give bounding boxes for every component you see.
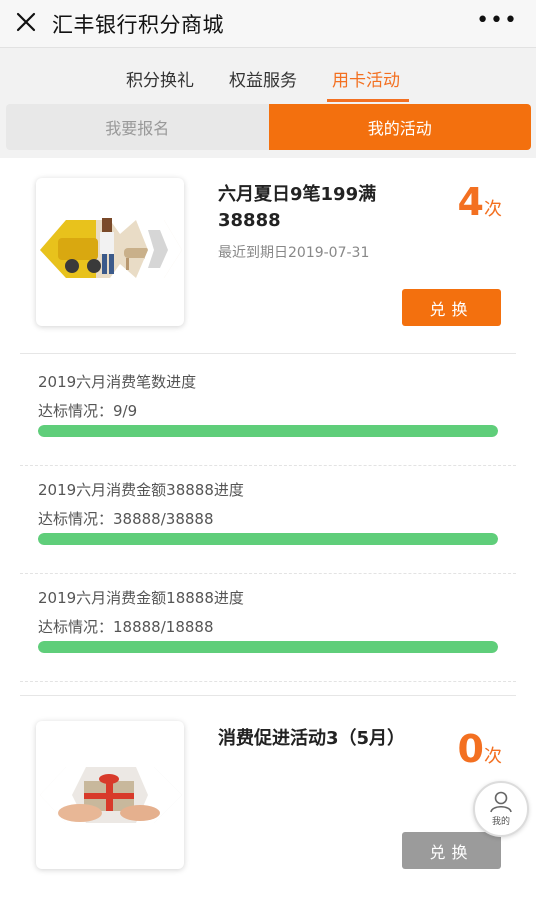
redeem-button-disabled[interactable]: 兑换 xyxy=(402,832,501,869)
user-icon xyxy=(490,791,512,813)
progress-bar xyxy=(38,641,498,653)
activity-image xyxy=(40,767,182,823)
progress-status: 达标情况：18888/18888 xyxy=(38,618,214,636)
my-profile-floating-button[interactable]: 我的 xyxy=(473,781,529,837)
redeem-count-number: 4 xyxy=(457,180,484,224)
close-icon[interactable] xyxy=(14,10,38,34)
redeem-count-number: 0 xyxy=(457,727,484,771)
active-tab-indicator xyxy=(327,99,409,102)
tab-points-redeem[interactable]: 积分换礼 xyxy=(126,66,194,91)
activity-title: 六月夏日9笔199满38888 xyxy=(218,184,377,231)
redeem-count-unit: 次 xyxy=(484,199,502,220)
top-bar: 汇丰银行积分商城 ••• xyxy=(0,0,536,48)
progress-divider xyxy=(20,465,516,466)
progress-label: 2019六月消费笔数进度 xyxy=(38,373,197,391)
segment-my-activities[interactable]: 我的活动 xyxy=(268,104,531,150)
progress-item: 2019六月消费笔数进度 达标情况：9/9 xyxy=(38,371,498,437)
card-divider xyxy=(20,353,516,354)
progress-label: 2019六月消费金额38888进度 xyxy=(38,481,244,499)
tab-benefit-services[interactable]: 权益服务 xyxy=(229,66,297,91)
activity-segment-control: 我要报名 我的活动 xyxy=(6,104,531,150)
card-divider xyxy=(20,695,516,696)
redeem-count: 0次 xyxy=(458,727,502,771)
more-options-icon[interactable]: ••• xyxy=(476,8,518,33)
progress-fill xyxy=(38,641,498,653)
activity-list: 六月夏日9笔199满38888 最近到期日2019-07-31 4次 兑换 20… xyxy=(0,158,536,918)
redeem-button[interactable]: 兑换 xyxy=(402,289,501,326)
activity-title: 消费促进活动3（5月） xyxy=(218,728,406,749)
category-tabs: 积分换礼 权益服务 用卡活动 xyxy=(0,48,536,104)
activity-card: 六月夏日9笔199满38888 最近到期日2019-07-31 4次 兑换 xyxy=(0,158,536,353)
progress-item: 2019六月消费金额38888进度 达标情况：38888/38888 xyxy=(38,479,498,545)
activity-thumbnail[interactable] xyxy=(36,721,184,869)
progress-divider xyxy=(20,681,516,682)
activity-image xyxy=(40,218,182,278)
floating-button-label: 我的 xyxy=(491,817,510,827)
activity-expiry-date: 最近到期日2019-07-31 xyxy=(218,245,370,261)
progress-bar xyxy=(38,533,498,545)
progress-status: 达标情况：38888/38888 xyxy=(38,510,214,528)
progress-bar xyxy=(38,425,498,437)
tab-card-activities[interactable]: 用卡活动 xyxy=(332,66,400,91)
segment-sign-up[interactable]: 我要报名 xyxy=(6,104,269,150)
redeem-count-unit: 次 xyxy=(484,746,502,767)
progress-item: 2019六月消费金额18888进度 达标情况：18888/18888 xyxy=(38,587,498,653)
progress-status: 达标情况：9/9 xyxy=(38,402,138,420)
progress-fill xyxy=(38,533,498,545)
redeem-count: 4次 xyxy=(458,180,502,224)
page-title: 汇丰银行积分商城 xyxy=(52,13,224,37)
progress-label: 2019六月消费金额18888进度 xyxy=(38,589,244,607)
activity-thumbnail[interactable] xyxy=(36,178,184,326)
progress-fill xyxy=(38,425,498,437)
activity-card: 消费促进活动3（5月） 0次 兑换 xyxy=(0,703,536,903)
progress-divider xyxy=(20,573,516,574)
